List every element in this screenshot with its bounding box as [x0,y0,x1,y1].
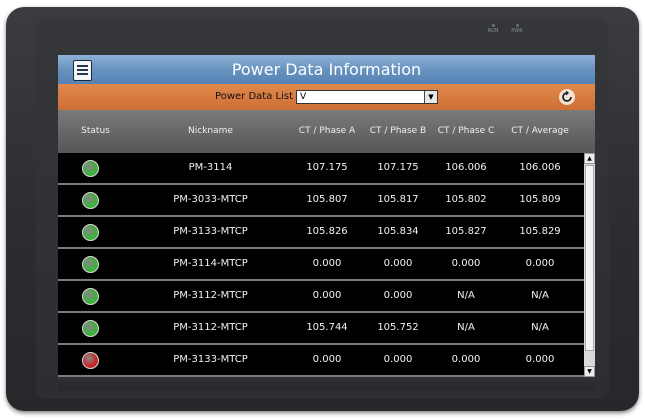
cell-avg: 105.829 [519,226,561,237]
cell-avg: 0.000 [525,354,555,365]
table-header: Status Nickname CT / Phase A CT / Phase … [58,110,595,153]
refresh-icon[interactable] [558,88,576,106]
cell-c: N/A [457,322,475,333]
cell-c: 105.827 [445,226,487,237]
cell-a: 107.175 [306,162,348,173]
table-row[interactable]: PM-3033-MTCP 105.807 105.817 105.802 105.809 [58,185,584,217]
filter-bar: Power Data List V ▼ [58,84,595,110]
chevron-down-icon[interactable]: ▼ [424,91,437,103]
header-status: Status [81,126,110,136]
status-indicator [82,256,99,273]
cell-nickname: PM-3033-MTCP [173,194,248,205]
cell-a: 0.000 [312,258,342,269]
status-indicator [82,288,99,305]
select-value: V [300,92,307,102]
cell-b: 105.834 [377,226,419,237]
scrollbar-thumb[interactable] [585,165,594,351]
cell-b: 0.000 [383,258,413,269]
status-indicator [82,160,99,177]
cell-c: 0.000 [451,354,481,365]
cell-a: 0.000 [312,290,342,301]
cell-a: 105.807 [306,194,348,205]
page-title: Power Data Information [231,60,422,79]
cell-nickname: PM-3114-MTCP [173,258,248,269]
table-row[interactable]: PM-3114-MTCP 0.000 0.000 0.000 0.000 [58,249,584,281]
cell-nickname: PM-3112-MTCP [173,322,248,333]
table-row[interactable]: PM-3114 107.175 107.175 106.006 106.006 [58,153,584,185]
scroll-down-icon[interactable]: ▼ [584,366,595,377]
table-row[interactable]: PM-3112-MTCP 105.744 105.752 N/A N/A [58,313,584,345]
status-indicator [82,352,99,369]
pwr-led-dot [515,24,519,27]
table-row[interactable]: PM-3112-MTCP 0.000 0.000 N/A N/A [58,281,584,313]
run-led: RUN [483,24,503,34]
cell-c: 106.006 [445,162,487,173]
status-indicator [82,320,99,337]
table-row[interactable]: PM-3133-MTCP 0.000 0.000 0.000 0.000 [58,345,584,377]
cell-avg: N/A [531,290,549,301]
run-led-dot [491,24,495,27]
cell-avg: 105.809 [519,194,561,205]
header-phase-a: CT / Phase A [298,126,356,136]
cell-b: 0.000 [383,290,413,301]
cell-c: N/A [457,290,475,301]
header-phase-c: CT / Phase C [437,126,495,136]
pwr-led-label: PWR [511,28,523,34]
table-row[interactable]: PM-3133-MTCP 105.826 105.834 105.827 105.829 [58,217,584,249]
cell-avg: 106.006 [519,162,561,173]
cell-a: 105.826 [306,226,348,237]
cell-nickname: PM-3112-MTCP [173,290,248,301]
cell-nickname: PM-3114 [188,162,233,173]
cell-b: 105.817 [377,194,419,205]
power-data-list-label: Power Data List [215,91,293,102]
cell-b: 105.752 [377,322,419,333]
status-indicator [82,224,99,241]
cell-a: 0.000 [312,354,342,365]
run-led-label: RUN [487,28,499,34]
power-data-list-select[interactable]: V ▼ [296,90,438,104]
cell-b: 0.000 [383,354,413,365]
pwr-led: PWR [507,24,527,34]
header-nickname: Nickname [188,126,233,136]
bezel-bottom [58,377,595,391]
header-average: CT / Average [511,126,569,136]
cell-a: 105.744 [306,322,348,333]
scrollbar[interactable]: ▲ ▼ [584,153,595,377]
cell-b: 107.175 [377,162,419,173]
cell-nickname: PM-3133-MTCP [173,354,248,365]
status-indicator [82,192,99,209]
scroll-up-icon[interactable]: ▲ [584,153,595,164]
title-bar: Power Data Information [58,55,595,84]
touch-screen: Power Data Information Power Data List V… [58,55,595,377]
cell-c: 105.802 [445,194,487,205]
cell-avg: N/A [531,322,549,333]
cell-avg: 0.000 [525,258,555,269]
cell-nickname: PM-3133-MTCP [173,226,248,237]
cell-c: 0.000 [451,258,481,269]
header-phase-b: CT / Phase B [369,126,427,136]
